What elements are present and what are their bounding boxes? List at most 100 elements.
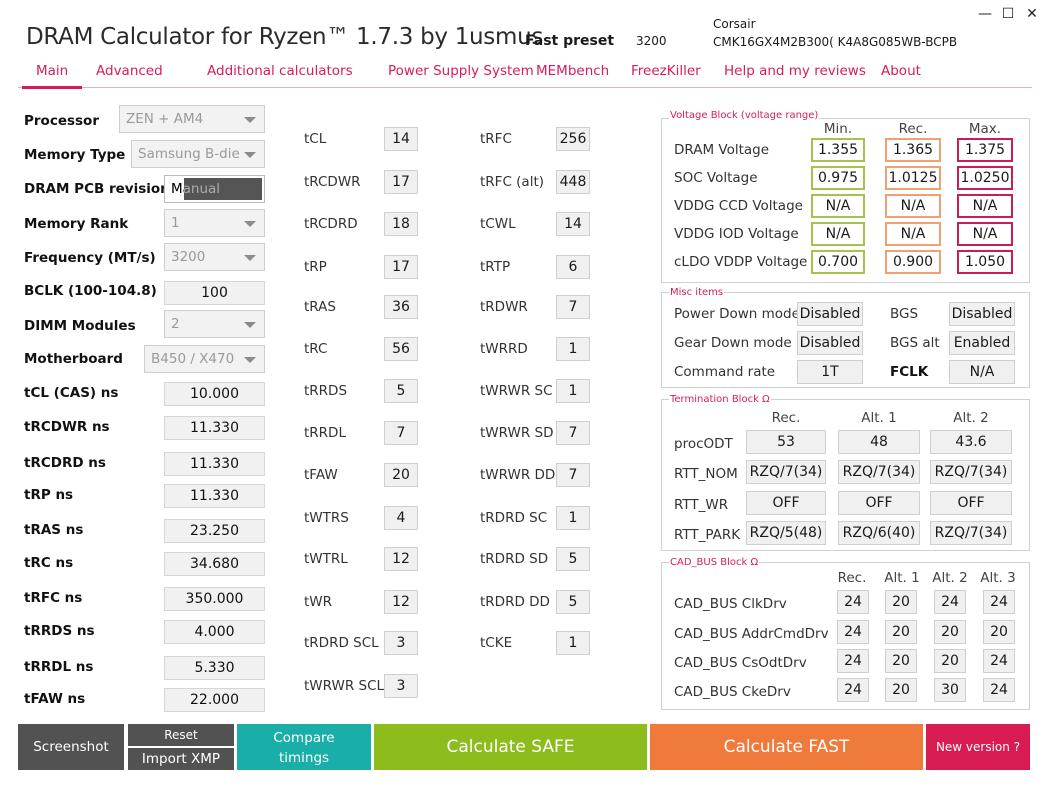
memory-rank-label: Memory Rank <box>24 216 129 232</box>
timing-value-field[interactable]: 1 <box>556 379 590 403</box>
reset-button[interactable]: Reset <box>128 724 234 746</box>
import-xmp-button[interactable]: Import XMP <box>128 748 234 770</box>
timing-value-field[interactable]: 256 <box>556 127 590 151</box>
bclk-input[interactable]: 100 <box>164 281 265 305</box>
timing-label: tRCDWR <box>304 174 361 190</box>
ns-value-field[interactable]: 11.330 <box>164 484 265 508</box>
termination-value: RZQ/7(34) <box>746 460 826 484</box>
termination-row-label: procODT <box>674 436 733 452</box>
minimize-button[interactable]: — <box>976 6 994 22</box>
screenshot-button[interactable]: Screenshot <box>18 724 124 770</box>
timing-value-field[interactable]: 17 <box>384 255 418 279</box>
voltage-row-label: DRAM Voltage <box>674 142 770 158</box>
tab-freezkiller[interactable]: FreezKiller <box>631 63 701 79</box>
cadbus-value: 30 <box>934 678 966 702</box>
timing-label: tRRDS <box>304 383 348 399</box>
preset-frequency: 3200 <box>636 34 667 48</box>
ns-value-field[interactable]: 34.680 <box>164 552 265 576</box>
timing-value-field[interactable]: 1 <box>556 337 590 361</box>
cadbus-value: 20 <box>885 649 917 673</box>
timing-label: tRDRD SCL <box>304 635 379 651</box>
timing-value-field[interactable]: 5 <box>556 590 590 614</box>
timing-value-field[interactable]: 3 <box>384 631 418 655</box>
timing-label: tRDRD SD <box>480 551 549 567</box>
frequency-select[interactable]: 3200 <box>164 243 265 271</box>
termination-row-label: RTT_PARK <box>674 527 741 543</box>
timing-value-field[interactable]: 7 <box>556 421 590 445</box>
compare-timings-button[interactable]: Compare timings (ON/OFF) <box>237 724 371 786</box>
power-down-value: Disabled <box>797 302 863 326</box>
timing-label: tRDWR <box>480 299 528 315</box>
termination-value: OFF <box>838 491 920 515</box>
tab-about[interactable]: About <box>881 63 921 79</box>
timing-value-field[interactable]: 7 <box>556 295 590 319</box>
new-version-button[interactable]: New version ? <box>926 724 1030 770</box>
dimm-modules-select[interactable]: 2 <box>164 310 265 338</box>
motherboard-select[interactable]: B450 / X470 <box>144 345 265 373</box>
calculate-fast-button[interactable]: Calculate FAST <box>650 724 923 770</box>
ns-value-field[interactable]: 350.000 <box>164 587 265 611</box>
timing-value-field[interactable]: 14 <box>556 212 590 236</box>
motherboard-value: B450 / X470 <box>151 351 235 367</box>
timing-value-field[interactable]: 20 <box>384 463 418 487</box>
cadbus-header-rec: Rec. <box>837 570 867 586</box>
timing-label: tWRWR SCL <box>304 678 385 694</box>
timing-value-field[interactable]: 448 <box>556 170 590 194</box>
gear-down-label: Gear Down mode <box>674 335 792 351</box>
calculate-safe-button[interactable]: Calculate SAFE <box>374 724 647 770</box>
cadbus-value: 20 <box>885 678 917 702</box>
ns-value-field[interactable]: 10.000 <box>164 382 265 406</box>
motherboard-label: Motherboard <box>24 351 123 367</box>
timing-value-field[interactable]: 1 <box>556 631 590 655</box>
maximize-button[interactable]: ☐ <box>999 6 1017 22</box>
power-down-label: Power Down mode <box>674 306 800 322</box>
ns-value-field[interactable]: 11.330 <box>164 416 265 440</box>
ns-value-field[interactable]: 23.250 <box>164 519 265 543</box>
memory-type-select[interactable]: Samsung B-die <box>131 140 265 168</box>
tab-help-reviews[interactable]: Help and my reviews <box>724 63 866 79</box>
timing-value-field[interactable]: 5 <box>556 547 590 571</box>
voltage-header-max: Max. <box>968 121 1002 137</box>
termination-row-label: RTT_WR <box>674 497 729 513</box>
timing-value-field[interactable]: 12 <box>384 590 418 614</box>
ns-value-field[interactable]: 22.000 <box>164 688 265 712</box>
timing-value-field[interactable]: 5 <box>384 379 418 403</box>
timing-value-field[interactable]: 56 <box>384 337 418 361</box>
timing-value-field[interactable]: 12 <box>384 547 418 571</box>
preset-label: Fast preset <box>525 33 615 49</box>
tab-power-supply-system[interactable]: Power Supply System <box>388 63 534 79</box>
timing-value-field[interactable]: 36 <box>384 295 418 319</box>
dimm-modules-label: DIMM Modules <box>24 318 136 334</box>
processor-select[interactable]: ZEN + AM4 <box>119 105 265 133</box>
close-button[interactable]: ✕ <box>1023 6 1041 22</box>
timing-value-field[interactable]: 18 <box>384 212 418 236</box>
tab-membench[interactable]: MEMbench <box>536 63 609 79</box>
timing-value-field[interactable]: 17 <box>384 170 418 194</box>
memory-part-number: CMK16GX4M2B300( K4A8G085WB-BCPB <box>713 35 958 49</box>
timing-label: tRDRD SC <box>480 510 548 526</box>
memory-rank-select[interactable]: 1 <box>164 209 265 237</box>
cadbus-value: 24 <box>837 590 869 614</box>
termination-value: RZQ/5(48) <box>746 521 826 545</box>
chevron-down-icon <box>244 322 256 328</box>
ns-value-field[interactable]: 4.000 <box>164 620 265 644</box>
timing-value-field[interactable]: 14 <box>384 127 418 151</box>
ns-label: tRP ns <box>24 487 74 503</box>
cadbus-value: 24 <box>983 678 1015 702</box>
timing-value-field[interactable]: 7 <box>384 421 418 445</box>
tab-main[interactable]: Main <box>36 63 68 79</box>
ns-value-field[interactable]: 11.330 <box>164 452 265 476</box>
ns-value-field[interactable]: 5.330 <box>164 656 265 680</box>
memory-type-value: Samsung B-die <box>138 146 240 162</box>
pcb-revision-select[interactable]: Manual <box>164 175 265 203</box>
timing-value-field[interactable]: 3 <box>384 674 418 698</box>
timing-value-field[interactable]: 1 <box>556 506 590 530</box>
cadbus-row-label: CAD_BUS CkeDrv <box>674 684 791 700</box>
termination-value: 43.6 <box>930 430 1012 454</box>
tab-advanced[interactable]: Advanced <box>96 63 163 79</box>
timing-value-field[interactable]: 4 <box>384 506 418 530</box>
voltage-rec-value: N/A <box>885 194 941 218</box>
timing-value-field[interactable]: 6 <box>556 255 590 279</box>
timing-value-field[interactable]: 7 <box>556 463 590 487</box>
tab-additional-calculators[interactable]: Additional calculators <box>207 63 353 79</box>
